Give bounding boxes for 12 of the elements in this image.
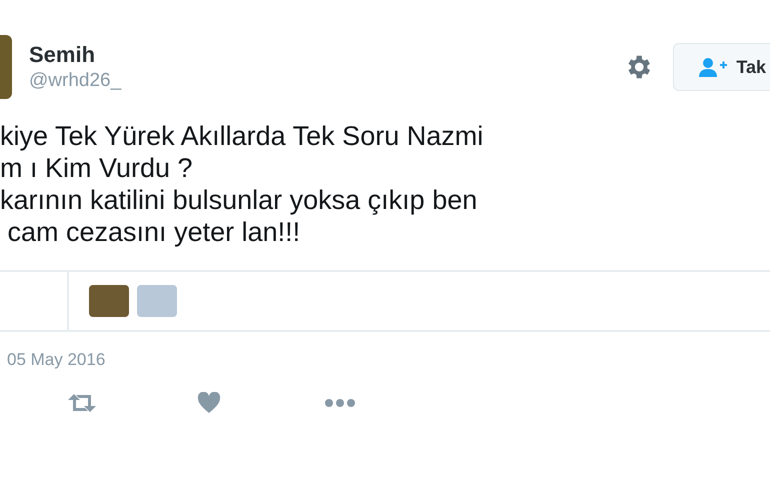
tweet-text: kiye Tek Yürek Akıllarda Tek Soru Nazmi: [0, 120, 484, 152]
tweet-text: m ı Kim Vurdu ?: [0, 152, 193, 184]
tweet-text: cam cezasını yeter lan!!!: [6, 216, 300, 248]
retweet-icon[interactable]: [66, 392, 98, 414]
author-handle: @wrhd26_: [29, 70, 122, 92]
avatar-photo: [0, 35, 12, 99]
tweet-date: 05 May 2016: [7, 350, 106, 370]
add-person-icon: [698, 57, 728, 77]
tweet-text: karının katilini bulsunlar yoksa çıkıp ben: [0, 184, 478, 216]
heart-icon[interactable]: [196, 392, 222, 414]
follow-button[interactable]: Tak: [673, 43, 770, 91]
author-name: Semih: [29, 42, 96, 68]
